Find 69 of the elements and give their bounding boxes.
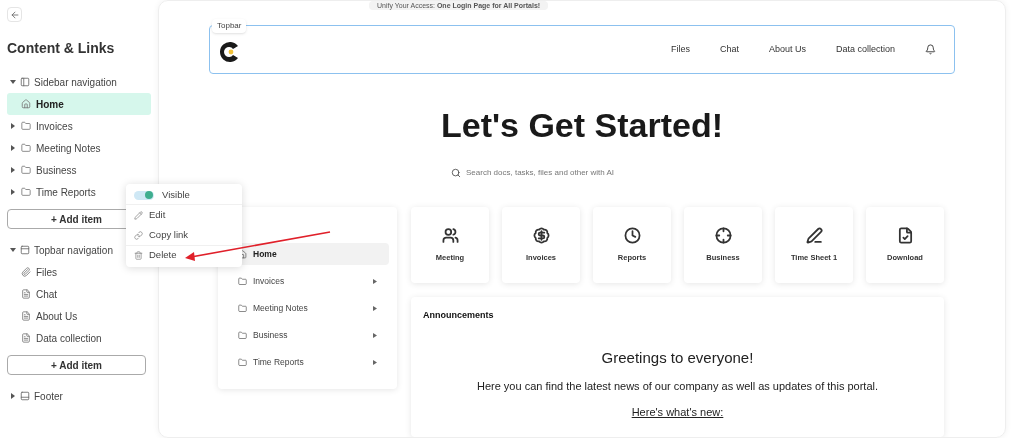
nav-item[interactable]: Invoices	[7, 115, 151, 137]
back-button[interactable]	[7, 7, 22, 22]
document-icon	[21, 311, 31, 321]
folder-icon	[21, 165, 31, 175]
menu-item[interactable]: Business	[226, 324, 389, 346]
folder-icon	[238, 357, 247, 367]
folder-icon	[238, 303, 247, 313]
add-item-button[interactable]: + Add item	[7, 355, 146, 375]
tile-icon	[805, 226, 823, 244]
card-title: Announcements	[423, 309, 495, 322]
subheading: Here's what's new:	[630, 404, 725, 420]
pencil-icon	[134, 210, 143, 220]
folder-icon	[21, 143, 31, 153]
nav-item[interactable]: Business	[7, 159, 151, 181]
caret-icon[interactable]	[10, 79, 16, 85]
submenu-arrow-icon	[373, 359, 377, 365]
submenu-arrow-icon	[373, 278, 377, 284]
notification-bell-icon[interactable]	[925, 44, 936, 56]
caret-icon[interactable]	[10, 167, 16, 173]
topbar-link[interactable]: Files	[670, 42, 690, 57]
section-icon	[20, 77, 30, 87]
caret-icon[interactable]	[10, 123, 16, 129]
folder-icon	[238, 330, 247, 340]
tile-icon	[441, 226, 459, 244]
section-icon	[20, 391, 30, 401]
caret-icon[interactable]	[10, 189, 16, 195]
visibility-toggle[interactable]	[134, 190, 154, 200]
search-field[interactable]: Search docs, tasks, files and other with AI	[466, 167, 686, 179]
document-icon	[21, 333, 31, 343]
tile-icon	[623, 226, 641, 244]
menu-item[interactable]: Invoices	[226, 270, 389, 292]
topbar-link[interactable]: About Us	[768, 42, 806, 57]
topbar-tag: Topbar	[212, 19, 247, 34]
logo-icon	[218, 39, 240, 64]
folder-icon	[238, 276, 247, 286]
folder-icon	[21, 187, 31, 197]
topbar-link[interactable]: Data collection	[835, 42, 895, 57]
section-label[interactable]: Sidebar navigation	[34, 74, 117, 90]
search-icon	[451, 168, 461, 178]
submenu-arrow-icon	[373, 332, 377, 338]
caret-icon[interactable]	[10, 247, 16, 253]
menu-option[interactable]: Visible	[126, 186, 242, 205]
nav-item[interactable]: Data collection	[7, 327, 151, 349]
menu-item[interactable]: Time Reports	[226, 351, 389, 373]
caret-icon[interactable]	[10, 393, 16, 399]
paperclip-icon	[21, 267, 31, 277]
folder-icon	[21, 121, 31, 131]
nav-item[interactable]: Home	[7, 93, 151, 115]
submenu-arrow-icon	[373, 305, 377, 311]
link-icon	[134, 230, 143, 240]
section-icon	[20, 245, 30, 255]
section-label[interactable]: Footer	[34, 388, 63, 404]
announcement-text: Here you can find the latest news of our company as well as updates of this portal.	[475, 379, 880, 394]
trash-icon	[134, 251, 143, 260]
tile-icon	[896, 226, 914, 244]
panel-title: Content & Links	[7, 39, 116, 58]
page-heading: Let's Get Started!	[440, 105, 724, 146]
topbar-link[interactable]: Chat	[719, 42, 739, 57]
nav-item[interactable]: Chat	[7, 283, 151, 305]
menu-item[interactable]: Meeting Notes	[226, 297, 389, 319]
caret-icon[interactable]	[10, 145, 16, 151]
tile-icon	[714, 226, 732, 244]
document-icon	[21, 289, 31, 299]
greeting-heading: Greetings to everyone!	[600, 347, 755, 368]
nav-item[interactable]: Meeting Notes	[7, 137, 151, 159]
tile-icon	[532, 226, 550, 244]
back-arrow-icon	[9, 9, 20, 20]
nav-item[interactable]: About Us	[7, 305, 151, 327]
section-label[interactable]: Topbar navigation	[34, 242, 113, 258]
